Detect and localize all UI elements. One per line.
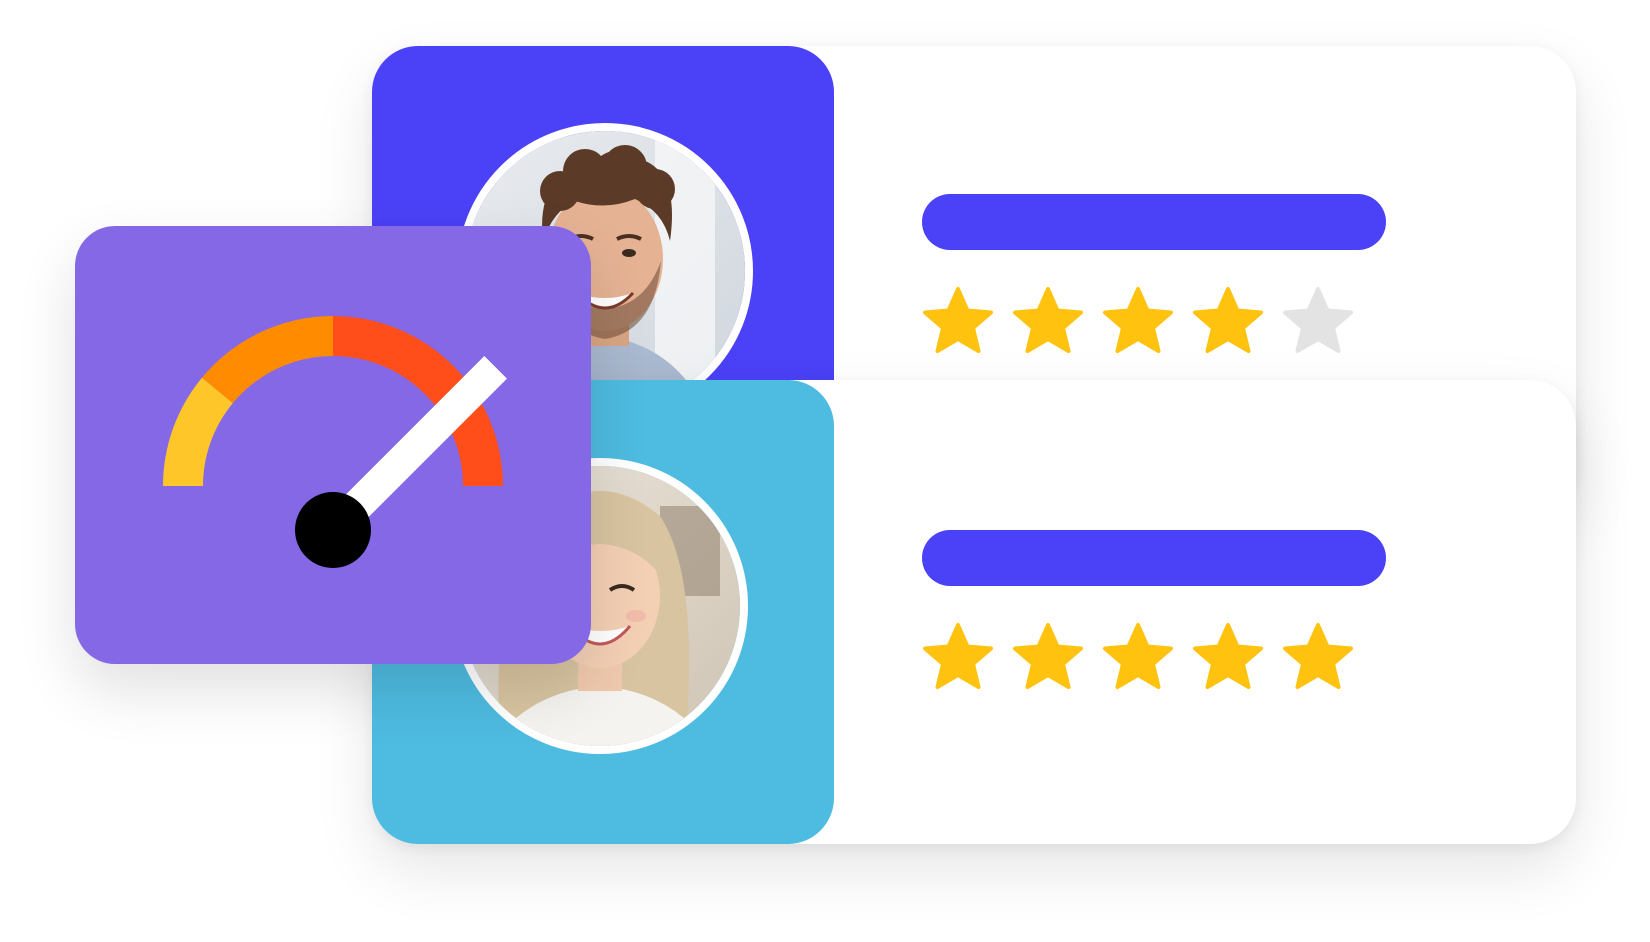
star-filled-icon — [1282, 622, 1354, 694]
star-filled-icon — [1012, 622, 1084, 694]
reviewer-name-placeholder-bar — [922, 530, 1386, 586]
gauge-segment-mid — [202, 316, 333, 404]
star-filled-icon — [922, 286, 994, 358]
star-filled-icon — [922, 622, 994, 694]
star-filled-icon — [1102, 286, 1174, 358]
star-rating-2 — [922, 622, 1354, 694]
star-rating-1 — [922, 286, 1354, 358]
star-empty-icon — [1282, 286, 1354, 358]
speedometer-icon — [163, 316, 507, 568]
star-filled-icon — [1012, 286, 1084, 358]
star-filled-icon — [1192, 622, 1264, 694]
gauge-needle-hub — [295, 492, 371, 568]
speedometer-card — [75, 226, 591, 664]
star-filled-icon — [1102, 622, 1174, 694]
reviewer-name-placeholder-bar — [922, 194, 1386, 250]
star-filled-icon — [1192, 286, 1264, 358]
